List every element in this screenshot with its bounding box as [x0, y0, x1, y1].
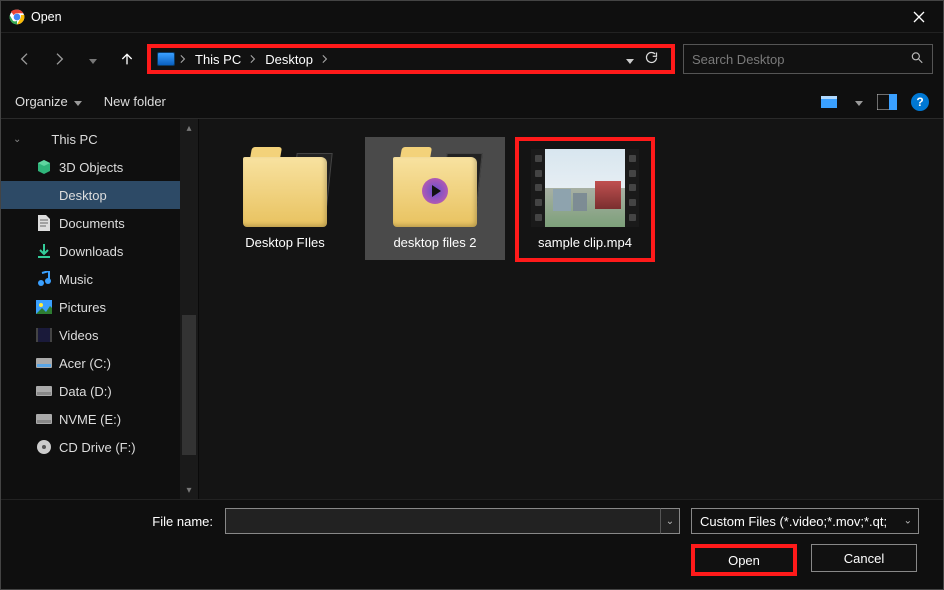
scroll-thumb[interactable] [182, 315, 196, 455]
node-label: Music [59, 272, 93, 287]
documents-icon [35, 215, 53, 231]
tree-this-pc[interactable]: ⌄ This PC [1, 125, 198, 153]
folder-item[interactable]: desktop files 2 [365, 137, 505, 260]
node-label: Data (D:) [59, 384, 112, 399]
tree-pictures[interactable]: Pictures [1, 293, 198, 321]
refresh-button[interactable] [644, 50, 659, 68]
tree-desktop[interactable]: Desktop [1, 181, 198, 209]
view-options-button[interactable] [821, 93, 841, 111]
tree-3d-objects[interactable]: 3D Objects [1, 153, 198, 181]
cancel-button[interactable]: Cancel [811, 544, 917, 572]
cd-drive-icon [35, 439, 53, 455]
node-label: Acer (C:) [59, 356, 111, 371]
search-icon [910, 51, 924, 68]
preview-pane-button[interactable] [877, 93, 897, 111]
downloads-icon [35, 243, 53, 259]
node-label: This PC [51, 132, 97, 147]
node-label: Pictures [59, 300, 106, 315]
item-label: desktop files 2 [393, 235, 476, 250]
drive-icon [35, 355, 53, 371]
up-button[interactable] [113, 45, 141, 73]
address-bar[interactable]: This PC Desktop [147, 44, 675, 74]
view-options-dropdown[interactable] [855, 94, 863, 109]
open-button[interactable]: Open [691, 544, 797, 576]
video-file-item[interactable]: sample clip.mp4 [515, 137, 655, 262]
window-title: Open [31, 10, 62, 24]
sidebar-scrollbar[interactable]: ▴ ▾ [180, 119, 198, 499]
close-button[interactable] [903, 3, 935, 31]
node-label: Desktop [59, 188, 107, 203]
toolbar: Organize New folder ? [1, 85, 943, 119]
video-thumbnail [531, 149, 639, 227]
node-label: 3D Objects [59, 160, 123, 175]
pictures-icon [35, 299, 53, 315]
back-button[interactable] [11, 45, 39, 73]
chevron-down-icon: ⌄ [13, 134, 21, 145]
chrome-icon [9, 9, 25, 25]
nav-row: This PC Desktop Search Desktop [1, 33, 943, 85]
filename-label: File name: [145, 514, 213, 529]
item-label: Desktop FIles [245, 235, 324, 250]
filename-input[interactable]: ⌄ [225, 508, 679, 534]
play-overlay-icon [422, 178, 448, 204]
drive-icon [35, 383, 53, 399]
sidebar: ⌄ This PC 3D Objects Desktop Documents D… [1, 119, 199, 499]
search-placeholder: Search Desktop [692, 52, 785, 67]
search-input[interactable]: Search Desktop [683, 44, 933, 74]
tree-downloads[interactable]: Downloads [1, 237, 198, 265]
new-folder-button[interactable]: New folder [104, 94, 166, 109]
chevron-down-icon: ⌄ [904, 516, 912, 527]
breadcrumb-desktop[interactable]: Desktop [261, 52, 317, 67]
address-history-dropdown[interactable] [626, 52, 634, 67]
scroll-down-icon[interactable]: ▾ [180, 481, 198, 499]
recent-locations-dropdown[interactable] [79, 45, 107, 73]
chevron-right-icon [249, 52, 257, 67]
forward-button[interactable] [45, 45, 73, 73]
file-list[interactable]: Desktop FIles desktop files 2 sample cli… [199, 119, 943, 499]
this-pc-icon [27, 131, 45, 147]
filter-label: Custom Files (*.video;*.mov;*.qt; [700, 514, 887, 529]
node-label: NVME (E:) [59, 412, 121, 427]
videos-icon [35, 327, 53, 343]
3d-objects-icon [35, 159, 53, 175]
tree-music[interactable]: Music [1, 265, 198, 293]
node-label: CD Drive (F:) [59, 440, 136, 455]
chevron-right-icon [179, 52, 187, 67]
drive-icon [35, 411, 53, 427]
tree-videos[interactable]: Videos [1, 321, 198, 349]
desktop-icon [35, 187, 53, 203]
scroll-up-icon[interactable]: ▴ [180, 119, 198, 137]
tree-drive-d[interactable]: Data (D:) [1, 377, 198, 405]
title-bar: Open [1, 1, 943, 33]
tree-drive-c[interactable]: Acer (C:) [1, 349, 198, 377]
tree-documents[interactable]: Documents [1, 209, 198, 237]
folder-icon [243, 147, 327, 227]
tree-drive-e[interactable]: NVME (E:) [1, 405, 198, 433]
file-type-filter[interactable]: Custom Files (*.video;*.mov;*.qt; ⌄ [691, 508, 919, 534]
node-label: Documents [59, 216, 125, 231]
node-label: Videos [59, 328, 99, 343]
filename-history-dropdown[interactable]: ⌄ [660, 508, 680, 534]
help-button[interactable]: ? [911, 93, 929, 111]
this-pc-icon [157, 52, 175, 66]
organize-menu[interactable]: Organize [15, 94, 82, 109]
folder-item[interactable]: Desktop FIles [215, 137, 355, 260]
tree-cd-drive[interactable]: CD Drive (F:) [1, 433, 198, 461]
footer: File name: ⌄ Custom Files (*.video;*.mov… [1, 499, 943, 589]
music-icon [35, 271, 53, 287]
item-label: sample clip.mp4 [538, 235, 632, 250]
node-label: Downloads [59, 244, 123, 259]
breadcrumb-this-pc[interactable]: This PC [191, 52, 245, 67]
folder-icon [393, 147, 477, 227]
chevron-right-icon [321, 52, 329, 67]
